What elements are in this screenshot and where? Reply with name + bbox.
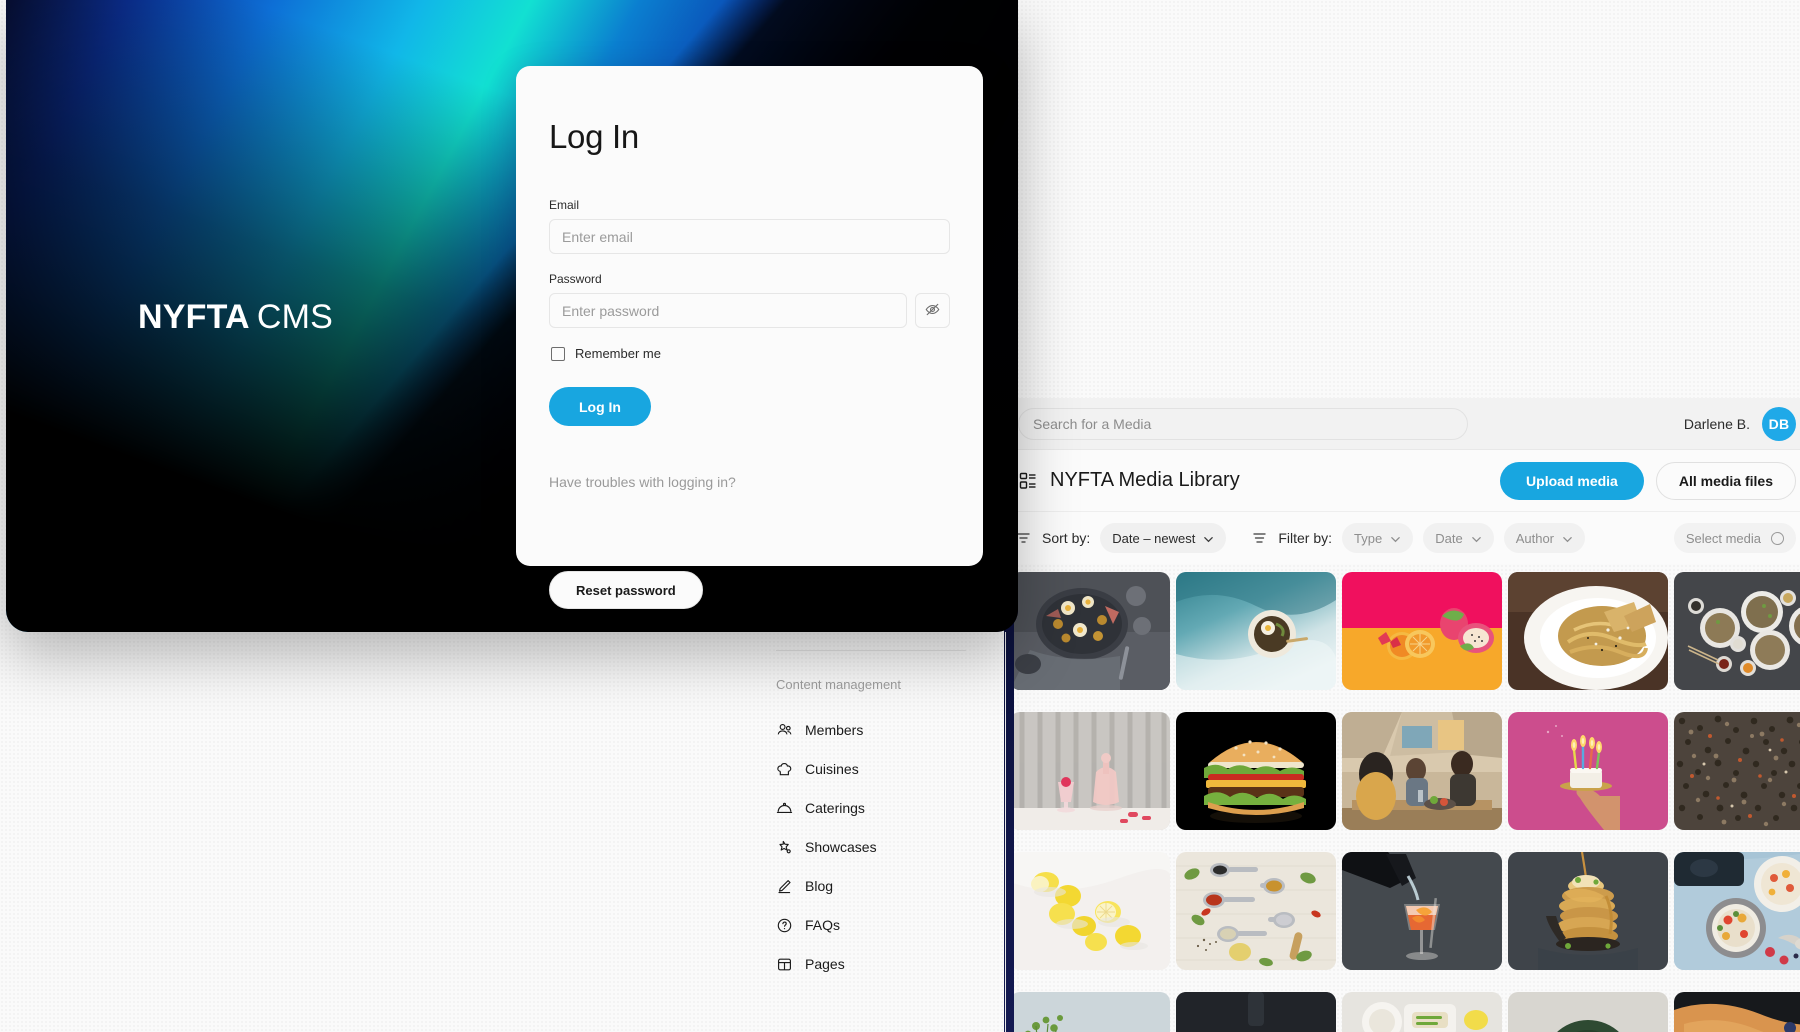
chevron-down-icon bbox=[1203, 533, 1214, 544]
filter-author-dropdown[interactable]: Author bbox=[1503, 523, 1586, 553]
question-circle-icon bbox=[776, 917, 793, 934]
trouble-text: Have troubles with logging in? bbox=[549, 474, 736, 490]
search-input[interactable] bbox=[1033, 415, 1453, 432]
media-tile-spritz-cocktail-pour[interactable] bbox=[1342, 852, 1502, 970]
sidebar-item-members[interactable]: Members bbox=[776, 718, 1006, 742]
media-tile-peppercorn-texture[interactable] bbox=[1674, 712, 1800, 830]
sidebar-item-faqs[interactable]: FAQs bbox=[776, 913, 1006, 937]
pencil-icon bbox=[776, 878, 793, 895]
media-tile-charcuterie-board-dark-slate[interactable] bbox=[1010, 572, 1170, 690]
login-submit-button[interactable]: Log In bbox=[549, 387, 651, 426]
cloche-icon bbox=[776, 800, 793, 817]
email-field[interactable] bbox=[549, 219, 950, 254]
filter-date-label: Date bbox=[1435, 530, 1463, 546]
sort-by-label: Sort by: bbox=[1042, 530, 1091, 546]
chevron-down-icon bbox=[1471, 533, 1482, 544]
brand-logo: NYFTA CMS bbox=[138, 298, 333, 337]
topbar-user-area: Darlene B. DB bbox=[1683, 406, 1800, 441]
checkbox-icon bbox=[551, 346, 565, 361]
media-tile-dragonfruit-citrus-pink-orange[interactable] bbox=[1342, 572, 1502, 690]
password-field-group: Password bbox=[549, 272, 950, 328]
sparkle-icon bbox=[776, 839, 793, 856]
media-tile-pasta-white-plate[interactable] bbox=[1508, 572, 1668, 690]
brand-name-bold: NYFTA bbox=[138, 298, 250, 336]
media-tile-birthday-cake-hand-pink[interactable] bbox=[1508, 712, 1668, 830]
sidebar-item-showcases[interactable]: Showcases bbox=[776, 835, 1006, 859]
filter-by-label: Filter by: bbox=[1278, 530, 1333, 546]
filter-type-label: Type bbox=[1354, 530, 1383, 546]
sidebar-item-caterings[interactable]: Caterings bbox=[776, 796, 1006, 820]
sidebar-item-label: Pages bbox=[805, 956, 845, 972]
cms-page-header: NYFTA Media Library Upload media All med… bbox=[1010, 450, 1800, 512]
chevron-down-icon bbox=[1390, 533, 1401, 544]
media-tile-bowl-on-teal-watercolor[interactable] bbox=[1176, 572, 1336, 690]
eye-off-icon bbox=[924, 301, 941, 321]
layout-icon bbox=[776, 956, 793, 973]
select-media-toggle[interactable]: Select media bbox=[1673, 523, 1796, 553]
search-field[interactable] bbox=[1018, 407, 1468, 440]
media-tile-perfume-bottle-grey-curtain[interactable] bbox=[1010, 712, 1170, 830]
select-media-label: Select media bbox=[1685, 530, 1761, 546]
sidebar-item-label: Showcases bbox=[805, 839, 877, 855]
media-tile-green-pasta-plate[interactable] bbox=[1508, 992, 1668, 1032]
login-card: Log In Email Password bbox=[516, 66, 983, 609]
email-label: Email bbox=[549, 198, 580, 212]
media-tile-table-setting-lemon[interactable] bbox=[1342, 992, 1502, 1032]
sort-value-dropdown[interactable]: Date – newest bbox=[1100, 523, 1227, 553]
users-icon bbox=[776, 722, 793, 739]
sort-icon bbox=[1016, 530, 1032, 546]
media-tile-spices-in-spoons-flatlay[interactable] bbox=[1176, 852, 1336, 970]
cms-sidebar: Content management Members Cuisines Cate… bbox=[776, 632, 1006, 1032]
sidebar-section-label: Content management bbox=[776, 677, 902, 692]
media-tile-breakfast-bowls-blue-linen[interactable] bbox=[1674, 852, 1800, 970]
reset-password-button[interactable]: Reset password bbox=[549, 571, 703, 609]
upload-media-button[interactable]: Upload media bbox=[1500, 461, 1644, 500]
password-row bbox=[549, 293, 950, 328]
sidebar-divider bbox=[776, 650, 966, 651]
media-grid bbox=[1008, 572, 1800, 1032]
media-tile-asian-bowls-overhead-dark[interactable] bbox=[1674, 572, 1800, 690]
login-title: Log In bbox=[549, 118, 639, 155]
filter-author-label: Author bbox=[1515, 530, 1555, 546]
media-tile-friends-dining-tent[interactable] bbox=[1342, 712, 1502, 830]
media-tile-burger-black-background[interactable] bbox=[1176, 712, 1336, 830]
media-tile-herbs-light-plate[interactable] bbox=[1010, 992, 1170, 1032]
sidebar-item-label: Blog bbox=[805, 878, 834, 894]
sort-value-label: Date – newest bbox=[1112, 530, 1196, 546]
sidebar-item-pages[interactable]: Pages bbox=[776, 952, 1006, 976]
circle-icon bbox=[1771, 531, 1784, 545]
filter-type-dropdown[interactable]: Type bbox=[1342, 523, 1414, 553]
sidebar-item-label: Members bbox=[805, 722, 864, 738]
password-label: Password bbox=[549, 272, 602, 286]
remember-me-label: Remember me bbox=[575, 346, 661, 361]
brand-name-light: CMS bbox=[256, 298, 333, 336]
cms-toolbar: Sort by: Date – newest Filter by: Type D… bbox=[1010, 512, 1800, 564]
header-actions: Upload media All media files bbox=[1500, 461, 1796, 500]
all-media-files-button[interactable]: All media files bbox=[1655, 461, 1796, 500]
media-tile-lemons-on-white[interactable] bbox=[1010, 852, 1170, 970]
toggle-password-visibility-button[interactable] bbox=[915, 293, 950, 328]
chef-hat-icon bbox=[776, 761, 793, 778]
sidebar-item-label: Caterings bbox=[805, 800, 865, 816]
chevron-down-icon bbox=[1562, 533, 1573, 544]
login-window: NYFTACMS Log In Email Password bbox=[6, 0, 1018, 632]
sidebar-item-label: FAQs bbox=[805, 917, 841, 933]
sidebar-item-label: Cuisines bbox=[805, 761, 859, 777]
user-name: Darlene B. bbox=[1683, 415, 1750, 432]
page-title: NYFTA Media Library bbox=[1050, 469, 1240, 491]
cms-topbar: Darlene B. DB bbox=[1010, 398, 1800, 450]
media-tile-salmon-berries-dark[interactable] bbox=[1674, 992, 1800, 1032]
media-tile-pancake-stack-syrup[interactable] bbox=[1508, 852, 1668, 970]
media-tile-dark-pan-overhead[interactable] bbox=[1176, 992, 1336, 1032]
avatar[interactable]: DB bbox=[1762, 406, 1796, 441]
remember-me-checkbox[interactable]: Remember me bbox=[551, 346, 950, 361]
email-field-group: Email bbox=[549, 198, 950, 254]
sidebar-item-blog[interactable]: Blog bbox=[776, 874, 1006, 898]
media-library-icon bbox=[1018, 471, 1038, 491]
screen: Darlene B. DB NYFTA Media Library Upload… bbox=[0, 0, 1800, 1032]
filter-date-dropdown[interactable]: Date bbox=[1423, 523, 1494, 553]
sidebar-item-cuisines[interactable]: Cuisines bbox=[776, 757, 1006, 781]
filter-icon bbox=[1252, 530, 1268, 546]
password-field[interactable] bbox=[549, 293, 907, 328]
